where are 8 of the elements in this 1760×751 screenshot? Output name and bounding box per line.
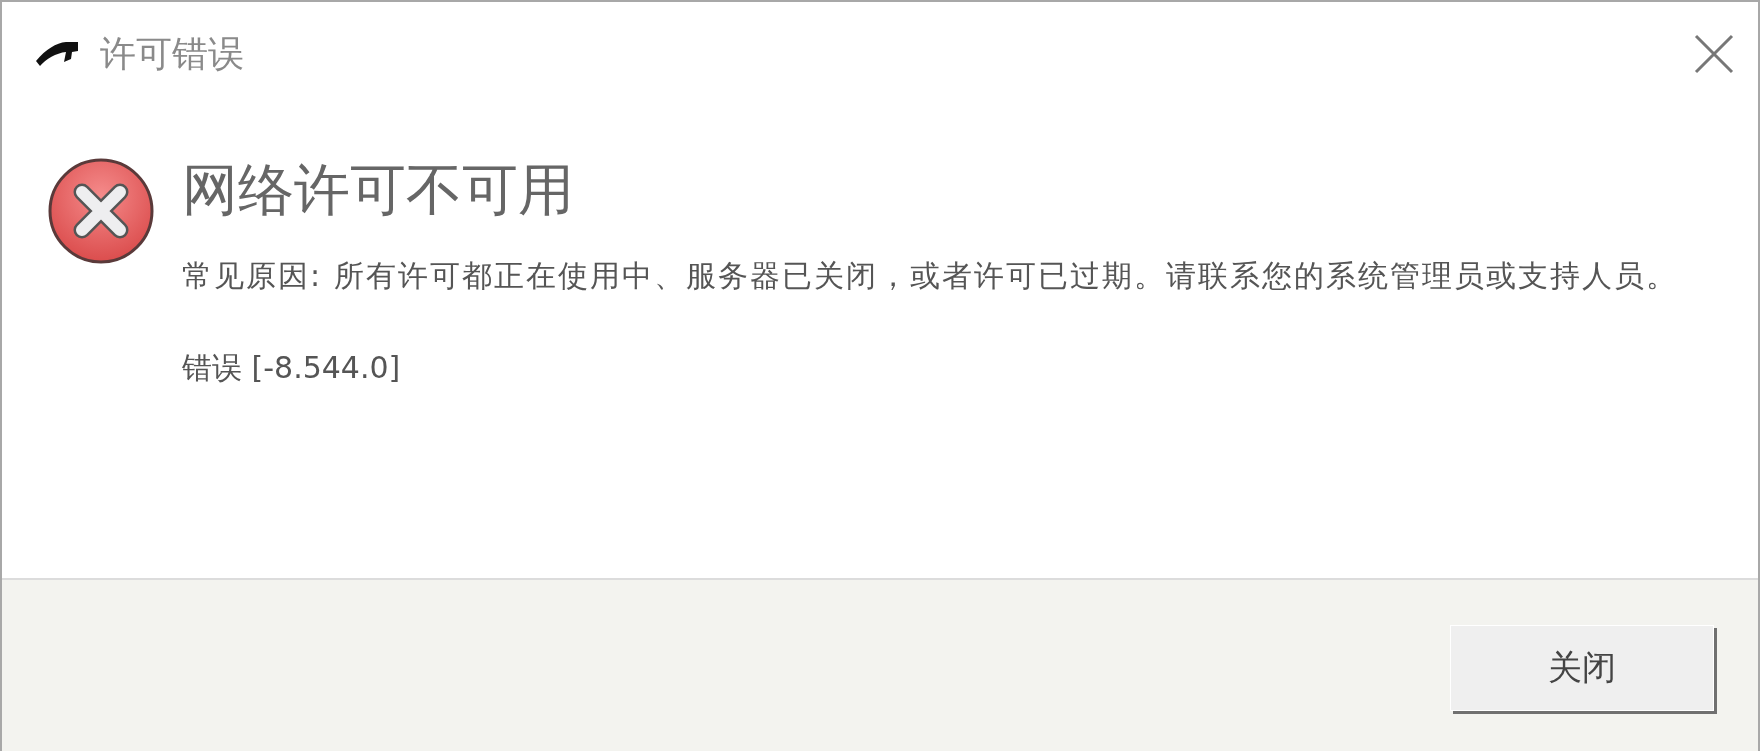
error-heading: 网络许可不可用 bbox=[182, 156, 575, 224]
close-button[interactable]: 关闭 bbox=[1450, 625, 1714, 711]
app-logo-icon bbox=[36, 41, 80, 67]
error-code: 错误 [-8.544.0] bbox=[182, 349, 402, 387]
error-message: 常见原因: 所有许可都正在使用中、服务器已关闭，或者许可已过期。请联系您的系统管理员或支持人员。 bbox=[182, 257, 1679, 295]
window-title: 许可错误 bbox=[100, 31, 244, 76]
close-icon[interactable] bbox=[1692, 32, 1736, 76]
error-icon bbox=[46, 156, 156, 266]
